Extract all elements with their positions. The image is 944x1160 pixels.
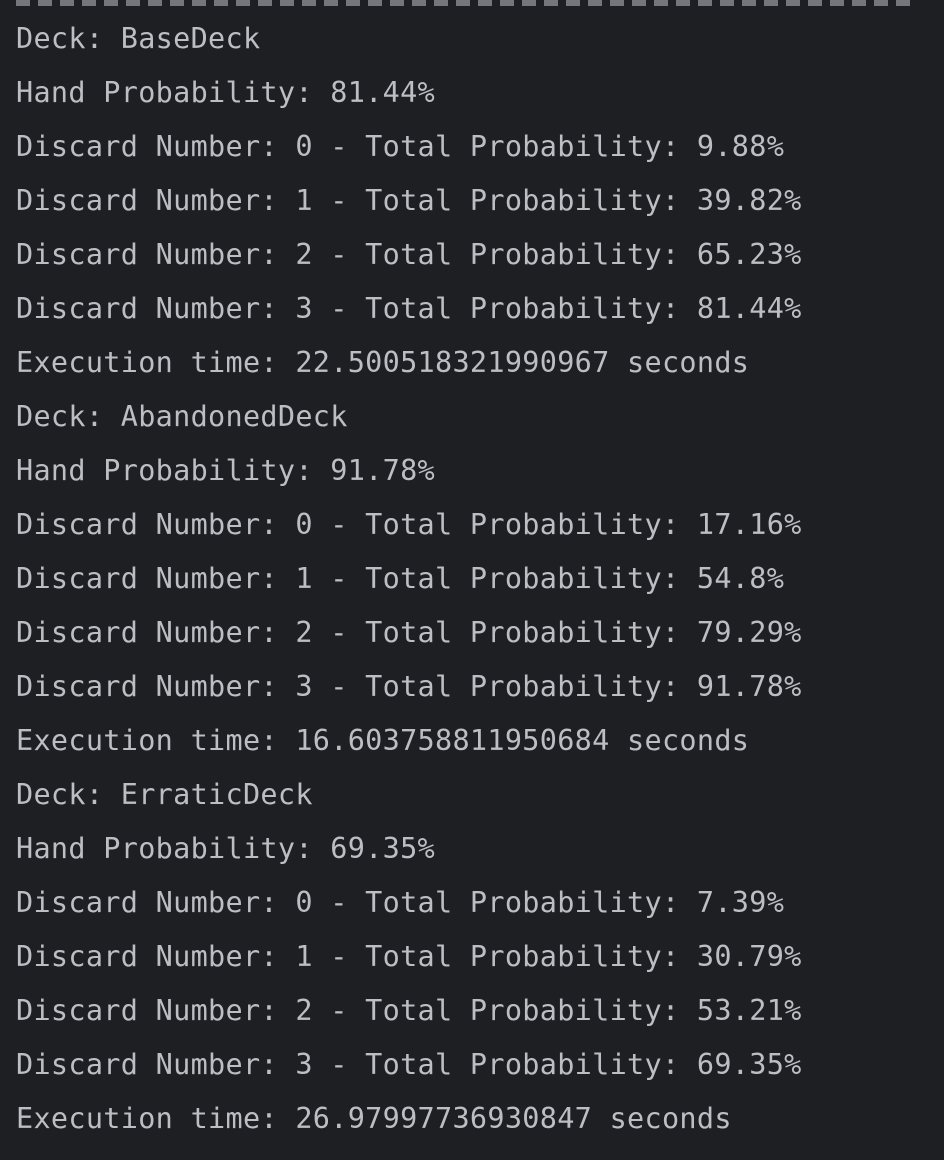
console-line-discard-probability: Discard Number: 2 - Total Probability: 6… — [16, 238, 802, 271]
console-line-discard-probability: Discard Number: 2 - Total Probability: 7… — [16, 616, 802, 649]
console-line-discard-probability: Discard Number: 1 - Total Probability: 3… — [16, 940, 802, 973]
console-line-hand-probability: Hand Probability: 69.35% — [16, 832, 436, 865]
console-line-hand-probability: Hand Probability: 91.78% — [16, 454, 436, 487]
console-line-deck-erratic: Deck: ErraticDeck — [16, 778, 313, 811]
console-line-discard-probability: Discard Number: 3 - Total Probability: 9… — [16, 670, 802, 703]
clipped-previous-line — [16, 0, 916, 6]
console-line-deck-base: Deck: BaseDeck — [16, 22, 261, 55]
console-line-discard-probability: Discard Number: 3 - Total Probability: 6… — [16, 1048, 802, 1081]
console-line-discard-probability: Discard Number: 3 - Total Probability: 8… — [16, 292, 802, 325]
console-output-panel[interactable]: Deck: BaseDeck Hand Probability: 81.44% … — [0, 0, 944, 1160]
console-line-discard-probability: Discard Number: 0 - Total Probability: 7… — [16, 886, 785, 919]
console-line-deck-abandoned: Deck: AbandonedDeck — [16, 400, 348, 433]
console-line-discard-probability: Discard Number: 1 - Total Probability: 5… — [16, 562, 785, 595]
console-line-discard-probability: Discard Number: 1 - Total Probability: 3… — [16, 184, 802, 217]
console-line-discard-probability: Discard Number: 0 - Total Probability: 9… — [16, 130, 785, 163]
console-line-execution-time: Execution time: 16.603758811950684 secon… — [16, 724, 750, 757]
console-line-discard-probability: Discard Number: 0 - Total Probability: 1… — [16, 508, 802, 541]
console-output-lines: Deck: BaseDeck Hand Probability: 81.44% … — [16, 12, 936, 1146]
console-line-execution-time: Execution time: 26.97997736930847 second… — [16, 1102, 732, 1135]
console-line-execution-time: Execution time: 22.500518321990967 secon… — [16, 346, 750, 379]
console-line-hand-probability: Hand Probability: 81.44% — [16, 76, 436, 109]
console-line-discard-probability: Discard Number: 2 - Total Probability: 5… — [16, 994, 802, 1027]
